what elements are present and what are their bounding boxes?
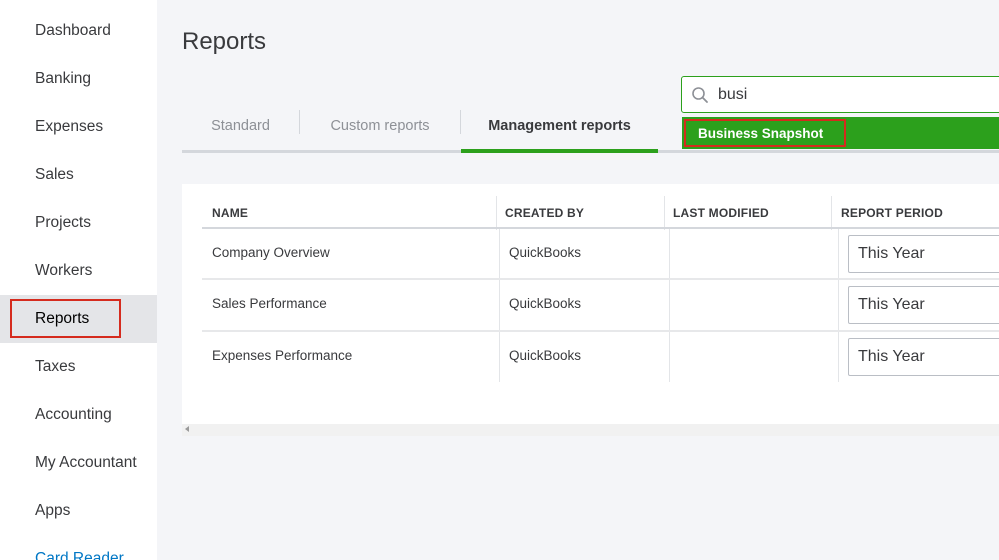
tab-label: Management reports <box>488 118 631 134</box>
report-period-value: This Year <box>858 296 925 313</box>
header-border <box>202 227 999 229</box>
sidebar-item-label: Accounting <box>35 406 112 423</box>
reports-table: NAME CREATED BY LAST MODIFIED REPORT PER… <box>182 184 999 424</box>
sidebar-item-accounting[interactable]: Accounting <box>0 391 157 439</box>
report-period-select[interactable]: This Year <box>848 235 999 273</box>
sidebar-item-label: Card Reader <box>35 550 124 560</box>
highlight-box <box>10 299 121 338</box>
report-name-link[interactable]: Sales Performance <box>212 296 327 311</box>
column-divider <box>499 229 500 382</box>
column-header-report-period[interactable]: REPORT PERIOD <box>841 206 943 220</box>
scroll-left-arrow-icon[interactable] <box>185 426 189 432</box>
sidebar-item-label: Taxes <box>35 358 76 375</box>
created-by-cell: QuickBooks <box>509 296 582 311</box>
sidebar-item-label: Apps <box>35 502 71 519</box>
sidebar: Dashboard Banking Expenses Sales Project… <box>0 0 157 560</box>
created-by-cell: QuickBooks <box>509 348 582 363</box>
search-icon <box>692 87 708 103</box>
report-name-link[interactable]: Expenses Performance <box>212 348 352 363</box>
sidebar-item-workers[interactable]: Workers <box>0 247 157 295</box>
horizontal-scrollbar[interactable] <box>182 424 999 436</box>
tab-label: Standard <box>211 118 270 134</box>
sidebar-item-dashboard[interactable]: Dashboard <box>0 7 157 55</box>
sidebar-item-label: Banking <box>35 70 92 87</box>
tab-management-reports[interactable]: Management reports <box>461 100 658 153</box>
sidebar-item-apps[interactable]: Apps <box>0 487 157 535</box>
search-box[interactable] <box>681 76 999 113</box>
column-header-last-modified[interactable]: LAST MODIFIED <box>673 206 769 220</box>
column-divider <box>838 229 839 382</box>
sidebar-item-label: Dashboard <box>35 22 111 39</box>
sidebar-item-label: My Accountant <box>35 454 137 471</box>
header-divider <box>664 196 665 230</box>
sidebar-item-banking[interactable]: Banking <box>0 55 157 103</box>
suggestion-label: Business Snapshot <box>684 119 846 147</box>
search-suggestion-item[interactable]: Business Snapshot <box>682 117 999 149</box>
sidebar-item-my-accountant[interactable]: My Accountant <box>0 439 157 487</box>
sidebar-item-expenses[interactable]: Expenses <box>0 103 157 151</box>
report-name-link[interactable]: Company Overview <box>212 245 330 260</box>
sidebar-item-label: Expenses <box>35 118 104 135</box>
sidebar-item-sales[interactable]: Sales <box>0 151 157 199</box>
column-divider <box>669 229 670 382</box>
page-title: Reports <box>182 28 267 55</box>
report-period-value: This Year <box>858 348 925 365</box>
created-by-cell: QuickBooks <box>509 245 582 260</box>
search-input[interactable] <box>718 82 968 108</box>
column-header-name[interactable]: NAME <box>212 206 248 220</box>
sidebar-item-label: Sales <box>35 166 74 183</box>
column-header-created-by[interactable]: CREATED BY <box>505 206 584 220</box>
sidebar-item-card-reader[interactable]: Card Reader <box>0 535 157 560</box>
report-period-select[interactable]: This Year <box>848 338 999 376</box>
tab-standard[interactable]: Standard <box>182 100 299 152</box>
sidebar-item-label: Projects <box>35 214 91 231</box>
tab-custom-reports[interactable]: Custom reports <box>300 100 460 152</box>
report-period-value: This Year <box>858 245 925 262</box>
header-divider <box>831 196 832 230</box>
report-period-select[interactable]: This Year <box>848 286 999 324</box>
sidebar-item-projects[interactable]: Projects <box>0 199 157 247</box>
sidebar-item-taxes[interactable]: Taxes <box>0 343 157 391</box>
tab-label: Custom reports <box>330 118 430 134</box>
row-divider <box>202 330 999 332</box>
row-divider <box>202 278 999 280</box>
sidebar-item-label: Workers <box>35 262 93 279</box>
header-divider <box>496 196 497 230</box>
